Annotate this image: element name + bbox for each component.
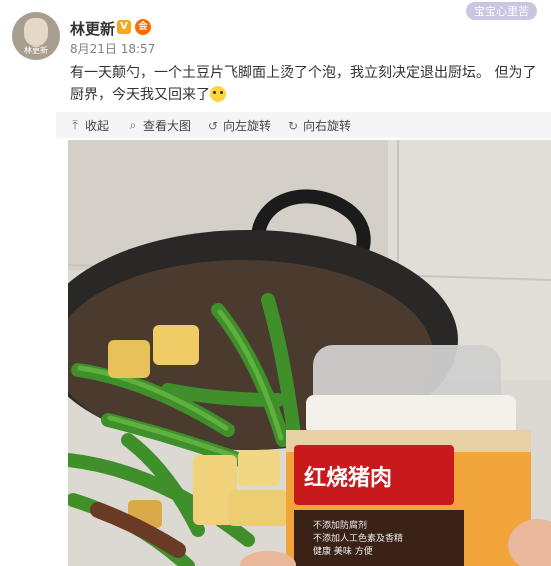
post-photo[interactable]: 红烧猪肉 不添加防腐剂 不添加人工色素及香精 健康 美味 方便 [68, 140, 551, 566]
post-timestamp[interactable]: 8月21日 18:57 [70, 40, 155, 57]
jar-text-1: 不添加防腐剂 [313, 519, 367, 531]
view-large-button[interactable]: ⌕ 查看大图 [126, 117, 191, 134]
post-body: 有一天颠勺，一个土豆片飞脚面上烫了个泡，我立刻决定退出厨坛。 但为了厨界，今天我… [70, 65, 537, 103]
cooking-photo: 红烧猪肉 不添加防腐剂 不添加人工色素及香精 健康 美味 方便 [68, 140, 551, 566]
search-icon: ⌕ [129, 118, 137, 132]
rotate-right-icon: ↻ [287, 118, 299, 133]
image-toolbar: ⤒ 收起 ⌕ 查看大图 ↺ 向左旋转 ↻ 向右旋转 [56, 112, 551, 138]
member-badge-icon: 会 [135, 19, 151, 35]
collapse-icon: ⤒ [72, 118, 78, 132]
avatar-label: 林更新 [24, 46, 48, 55]
post-date: 8月21日 [70, 42, 117, 56]
sweat-smile-emoji-icon [210, 86, 226, 102]
post-text: 有一天颠勺，一个土豆片飞脚面上烫了个泡，我立刻决定退出厨坛。 但为了厨界，今天我… [70, 62, 540, 106]
post-header: 林更新 林更新 V 会 宝宝心里苦 8月21日 18:57 有一天颠勺，一个土豆… [0, 0, 551, 112]
rotate-left-icon: ↺ [207, 118, 219, 133]
username[interactable]: 林更新 [70, 18, 115, 39]
jar-label: 红烧猪肉 [304, 465, 392, 491]
rotate-right-button[interactable]: ↻ 向右旋转 [286, 117, 351, 134]
avatar[interactable]: 林更新 [12, 12, 60, 60]
collapse-button[interactable]: ⤒ 收起 [68, 117, 109, 134]
verified-badge-icon: V [117, 20, 131, 34]
watermark: 宝宝心里苦 [466, 2, 537, 20]
rotate-left-button[interactable]: ↺ 向左旋转 [206, 117, 271, 134]
jar-text-3: 健康 美味 方便 [313, 545, 373, 557]
post-time: 18:57 [120, 42, 156, 56]
jar-text-2: 不添加人工色素及香精 [313, 532, 403, 544]
